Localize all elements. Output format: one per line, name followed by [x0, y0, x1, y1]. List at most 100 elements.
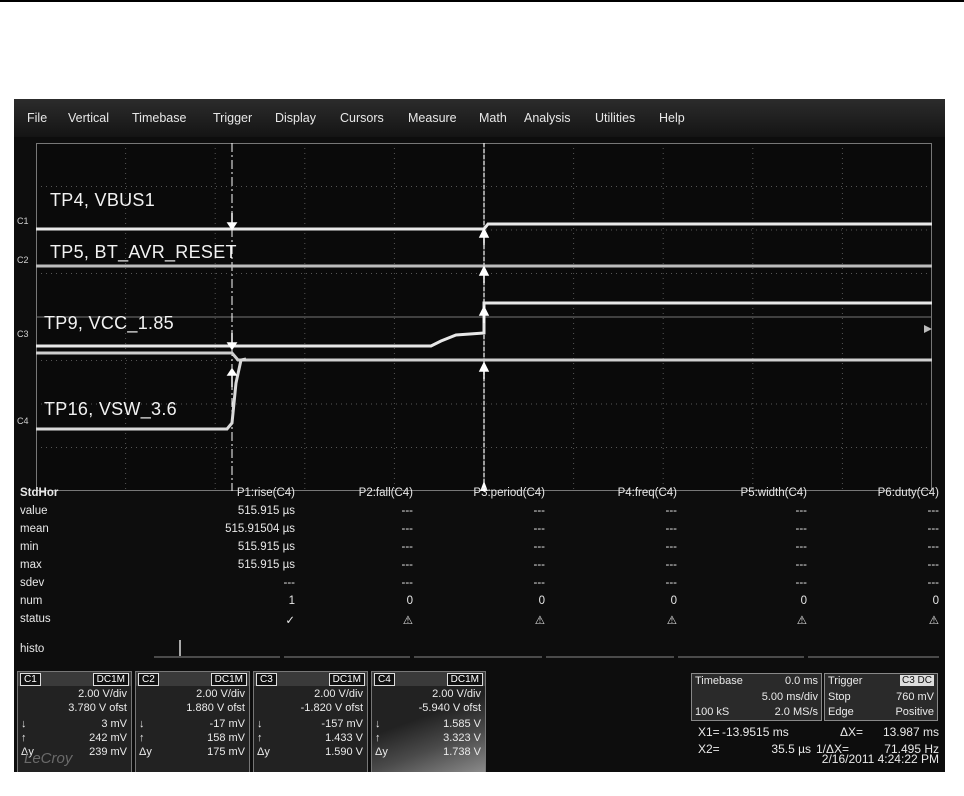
cursor-x2-label: X2= [698, 742, 720, 756]
volts-per-div: 2.00 V/div [314, 688, 363, 700]
c1-ground-marker[interactable]: C1 [17, 216, 29, 226]
measure-column-p2[interactable]: P2:fall(C4) [359, 487, 413, 499]
timebase-label: Timebase [695, 675, 743, 687]
measure-column-p3[interactable]: P3:period(C4) [473, 487, 545, 499]
value-p2: --- [401, 505, 414, 517]
row-label-num: num [20, 595, 43, 607]
coupling-badge: DC1M [328, 673, 365, 686]
max-p3: --- [533, 559, 546, 571]
volts-per-div: 2.00 V/div [432, 688, 481, 700]
cursor-up-value: 3.323 V [443, 732, 481, 744]
menu-measure[interactable]: Measure [408, 111, 457, 125]
num-p5: 0 [800, 595, 807, 607]
value-p3: --- [533, 505, 546, 517]
cursor-up-value: 1.433 V [325, 732, 363, 744]
top-rule [0, 0, 964, 2]
mean-p3: --- [533, 523, 546, 535]
mean-p5: --- [795, 523, 808, 535]
num-p4: 0 [670, 595, 677, 607]
status-p5-warning-icon: ⚠ [796, 615, 807, 627]
channel-box-c2[interactable]: C2 DC1M 2.00 V/div 1.880 V ofst ↓ -17 mV… [135, 671, 250, 772]
cursor-up-value: 158 mV [207, 732, 245, 744]
measure-column-p1[interactable]: P1:rise(C4) [237, 487, 295, 499]
status-p4-warning-icon: ⚠ [666, 615, 677, 627]
status-p1-check-icon: ✓ [285, 615, 295, 627]
menu-utilities[interactable]: Utilities [595, 111, 635, 125]
max-p6: --- [927, 559, 940, 571]
sdev-p5: --- [795, 577, 808, 589]
trigger-box[interactable]: Trigger C3 DC Stop 760 mV Edge Positive [824, 673, 938, 721]
cursor-up-value: 242 mV [89, 732, 127, 744]
num-p3: 0 [538, 595, 545, 607]
mean-p4: --- [665, 523, 678, 535]
volts-per-div: 2.00 V/div [196, 688, 245, 700]
sdev-p4: --- [665, 577, 678, 589]
waveform-grid[interactable]: TP4, VBUS1 TP5, BT_AVR_RESET TP9, VCC_1.… [36, 143, 932, 491]
measure-column-p6[interactable]: P6:duty(C4) [878, 487, 939, 499]
min-p3: --- [533, 541, 546, 553]
delta-y-value: 1.738 V [443, 746, 481, 758]
menu-display[interactable]: Display [275, 111, 316, 125]
c4-ground-marker[interactable]: C4 [17, 416, 29, 426]
min-p6: --- [927, 541, 940, 553]
channel-box-c4[interactable]: C4 DC1M 2.00 V/div -5.940 V ofst ↓ 1.585… [371, 671, 486, 772]
measure-corner-label: StdHor [20, 487, 59, 499]
delta-y-value: 1.590 V [325, 746, 363, 758]
value-p5: --- [795, 505, 808, 517]
menu-timebase[interactable]: Timebase [132, 111, 186, 125]
trace-label-c2: TP5, BT_AVR_RESET [50, 242, 237, 262]
mean-p1: 515.91504 µs [225, 523, 295, 535]
channel-name: C2 [138, 673, 159, 686]
timebase-samples: 100 kS [695, 706, 730, 718]
menu-analysis[interactable]: Analysis [524, 111, 571, 125]
mean-p2: --- [401, 523, 414, 535]
trigger-mode: Stop [828, 691, 851, 703]
num-p6: 0 [932, 595, 939, 607]
coupling-badge: DC1M [92, 673, 129, 686]
channel-name: C1 [20, 673, 41, 686]
channel-box-c3[interactable]: C3 DC1M 2.00 V/div -1.820 V ofst ↓ -157 … [253, 671, 368, 772]
num-p1: 1 [288, 595, 295, 607]
down-arrow-icon: ↓ [21, 718, 27, 730]
cursor-x2-value: 35.5 µs [771, 742, 811, 756]
max-p5: --- [795, 559, 808, 571]
min-p1: 515.915 µs [237, 541, 295, 553]
sdev-p3: --- [533, 577, 546, 589]
menu-help[interactable]: Help [659, 111, 685, 125]
cursor-down-value: 1.585 V [443, 718, 481, 730]
menu-cursors[interactable]: Cursors [340, 111, 384, 125]
offset: 1.880 V ofst [186, 702, 245, 714]
up-arrow-icon: ↑ [21, 732, 27, 744]
up-arrow-icon: ↑ [139, 732, 145, 744]
coupling-badge: DC1M [446, 673, 483, 686]
row-label-min: min [20, 541, 39, 553]
timebase-sample-rate: 2.0 MS/s [774, 706, 818, 718]
menu-math[interactable]: Math [479, 111, 507, 125]
menu-file[interactable]: File [27, 111, 47, 125]
trace-label-c1: TP4, VBUS1 [50, 190, 156, 210]
trigger-slope: Positive [895, 706, 934, 718]
down-arrow-icon: ↓ [375, 718, 381, 730]
channel-name: C4 [374, 673, 395, 686]
delta-y-label: Δy [139, 746, 152, 758]
mean-p6: --- [927, 523, 940, 535]
menu-vertical[interactable]: Vertical [68, 111, 109, 125]
menu-trigger[interactable]: Trigger [213, 111, 252, 125]
trigger-level: 760 mV [896, 691, 934, 703]
c3-ground-marker[interactable]: C3 [17, 329, 29, 339]
coupling-badge: DC1M [210, 673, 247, 686]
row-label-status: status [20, 613, 51, 625]
measure-column-p5[interactable]: P5:width(C4) [741, 487, 807, 499]
sdev-p6: --- [927, 577, 940, 589]
c2-ground-marker[interactable]: C2 [17, 255, 29, 265]
up-arrow-icon: ↑ [257, 732, 263, 744]
offset: -1.820 V ofst [300, 702, 363, 714]
status-p6-warning-icon: ⚠ [928, 615, 939, 627]
min-p2: --- [401, 541, 414, 553]
timebase-box[interactable]: Timebase 0.0 ms 5.00 ms/div 100 kS 2.0 M… [691, 673, 822, 721]
max-p1: 515.915 µs [237, 559, 295, 571]
status-p2-warning-icon: ⚠ [402, 615, 413, 627]
measure-column-p4[interactable]: P4:freq(C4) [618, 487, 677, 499]
cursor-down-value: -17 mV [209, 718, 245, 730]
row-label-max: max [20, 559, 42, 571]
